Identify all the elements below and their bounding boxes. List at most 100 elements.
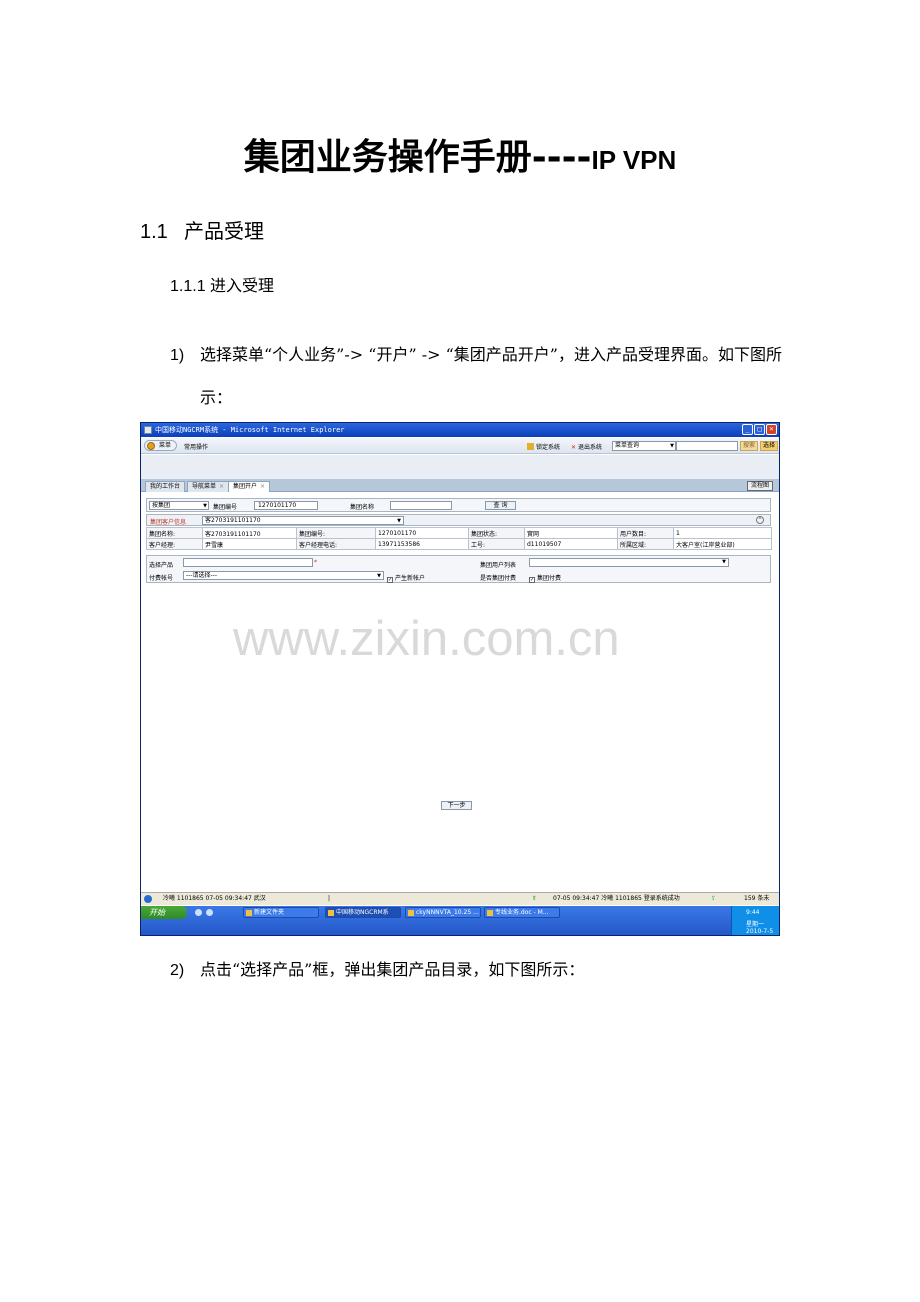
title-main: 集团业务操作手册---- [243, 137, 592, 178]
checkbox-checked-icon: ✓ [387, 577, 393, 583]
close-tab-icon[interactable]: × [219, 483, 224, 490]
table-cell: 13971153586 [375, 538, 469, 550]
tab-label: 我的工作台 [150, 483, 181, 490]
tab-bar: 我的工作台 导航菜单 × 集团开户 × 流程图 [141, 479, 779, 492]
tab-my-workbench[interactable]: 我的工作台 [145, 481, 186, 492]
windows-taskbar: 开始 新建文件夹 中国移动NGCRM系 ckyNNNVTA_10.25 ... … [141, 906, 779, 935]
group-user-list-label: 集团用户列表 [480, 562, 517, 569]
lock-system-link[interactable]: 锁定系统 [527, 442, 560, 451]
checkbox-checked-icon: ✓ [529, 577, 535, 583]
pay-account-label: 付费帐号 [149, 575, 174, 582]
search-by-select[interactable]: 按集团 ▼ [149, 501, 209, 510]
group-number-label: 集团编号 [213, 504, 238, 511]
title-suffix: IP VPN [591, 145, 677, 175]
menu-query-select[interactable]: 菜单查询 ▼ [612, 441, 676, 451]
lock-icon [527, 443, 534, 450]
taskbar-item-crm[interactable]: 中国移动NGCRM系 [325, 907, 401, 918]
product-selection-row: 选择产品 * 集团用户列表 ▼ 付费帐号 ---请选择--- ▼ ✓ 产生新帐户 是… [146, 555, 771, 583]
tray-day: 星期一 [746, 921, 765, 928]
close-icon[interactable]: × [766, 424, 777, 435]
collapse-icon[interactable]: ⌃ [756, 516, 764, 524]
required-mark: * [314, 559, 317, 566]
new-account-label: 产生新帐户 [395, 575, 426, 582]
customer-info-label: 集团客户信息 [150, 519, 187, 526]
table-cell: 所属区域: [617, 538, 674, 550]
window-title: 中国移动NGCRM系统 - Microsoft Internet Explore… [155, 426, 345, 434]
table-cell: 客2703191101170 [202, 527, 297, 539]
table-cell: 尹雪康 [202, 538, 297, 550]
step-2: 2) 点击“选择产品”框，弹出集团产品目录，如下图所示： [170, 956, 584, 980]
group-name-input[interactable] [390, 501, 452, 510]
taskbar-item-folder[interactable]: 新建文件夹 [243, 907, 319, 918]
section-number: 1.1 [140, 221, 168, 243]
table-cell: 集团编号: [296, 527, 376, 539]
choose-product-input[interactable] [183, 558, 313, 567]
search-by-value: 按集团 [152, 502, 171, 509]
minimize-icon[interactable]: _ [742, 424, 753, 435]
exit-system-label: 退出系统 [578, 444, 603, 451]
maximize-icon[interactable]: □ [754, 424, 765, 435]
status-login-message: 07-05 09:34:47 冷曦 1101865 登录系统成功 [553, 895, 680, 902]
chevron-down-icon: ▼ [722, 559, 726, 565]
close-tab-icon[interactable]: × [260, 483, 265, 490]
app-menu-bar: 菜单 常用操作 锁定系统 ✕ 退出系统 菜单查询 ▼ 搜索 选择 [141, 438, 779, 454]
exit-system-link[interactable]: ✕ 退出系统 [571, 442, 602, 451]
group-pay-checkbox[interactable]: ✓ 集团付费 [529, 573, 561, 583]
pay-account-select[interactable]: ---请选择--- ▼ [183, 571, 384, 580]
query-button[interactable]: 查 询 [485, 501, 516, 510]
choose-product-label: 选择产品 [149, 562, 174, 569]
group-pay-label: 集团付费 [537, 575, 562, 582]
quicklaunch-ie-icon[interactable] [195, 909, 202, 916]
system-tray: 9:44 星期一 2010-7-5 [731, 906, 779, 935]
tab-group-account-open[interactable]: 集团开户 × [228, 481, 271, 492]
quicklaunch-folder-icon[interactable] [206, 909, 213, 916]
ie-status-icon [144, 895, 152, 903]
status-separator: | [328, 895, 331, 902]
table-cell: 集团状态: [468, 527, 525, 539]
table-cell: 1 [673, 527, 772, 539]
menu-label: 菜单 [159, 442, 172, 449]
toolbar-band [141, 455, 779, 479]
group-user-list-select[interactable]: ▼ [529, 558, 729, 567]
start-button[interactable]: 开始 [141, 906, 187, 919]
status-bar: 冷曦 1101865 07-05 09:34:47 武汉 | ⇧ 07-05 0… [141, 892, 779, 914]
chevron-down-icon: ▼ [397, 518, 401, 524]
table-row: 客户经理: 尹雪康 客户经理电话: 13971153586 工号: d11019… [146, 538, 772, 550]
customer-select[interactable]: 客2703191101170 ▼ [202, 516, 404, 525]
embedded-screenshot: 中国移动NGCRM系统 - Microsoft Internet Explore… [140, 422, 780, 936]
flowchart-button[interactable]: 流程图 [746, 481, 773, 491]
tray-date: 2010-7-5 [746, 928, 774, 935]
document-title: 集团业务操作手册----IP VPN [0, 128, 920, 180]
table-cell: 工号: [468, 538, 525, 550]
group-pay-question: 是否集团付费 [480, 575, 517, 582]
next-step-button[interactable]: 下一步 [441, 801, 472, 810]
step-1: 1) 选择菜单“个人业务”-> “开户” -> “集团产品开户”，进入产品受理界面… [170, 341, 790, 365]
tab-label: 导航菜单 [192, 483, 217, 490]
tab-navigation-menu[interactable]: 导航菜单 × [187, 481, 230, 492]
arrow-up-icon: ⇧ [532, 895, 538, 902]
group-number-input[interactable]: 1270101170 [254, 501, 318, 510]
step-1-number: 1) [170, 347, 185, 364]
network-icon: ⇪ [711, 895, 717, 902]
search-button[interactable]: 搜索 [740, 441, 758, 451]
menu-search-input[interactable] [676, 441, 738, 451]
window-controls: _ □ × [742, 424, 777, 435]
select-button[interactable]: 选择 [760, 441, 778, 451]
table-row: 集团名称: 客2703191101170 集团编号: 1270101170 集团… [146, 527, 772, 539]
section-title: 产品受理 [184, 221, 264, 243]
menu-button[interactable]: 菜单 [144, 440, 178, 451]
table-cell: 1270101170 [375, 527, 469, 539]
common-operations-link[interactable]: 常用操作 [184, 442, 208, 451]
new-account-checkbox[interactable]: ✓ 产生新帐户 [387, 573, 425, 583]
customer-select-value: 客2703191101170 [205, 517, 261, 524]
table-cell: 客户经理: [146, 538, 203, 550]
taskbar-item-app[interactable]: ckyNNNVTA_10.25 ... [405, 907, 481, 918]
taskbar-item-doc[interactable]: 专线业务.doc - M... [484, 907, 560, 918]
table-cell: d11019507 [524, 538, 618, 550]
ie-title-bar: 中国移动NGCRM系统 - Microsoft Internet Explore… [141, 423, 779, 437]
subsection-heading: 1.1.1 进入受理 [170, 278, 275, 295]
globe-icon [147, 442, 155, 450]
chevron-down-icon: ▼ [203, 503, 207, 509]
watermark: www.zixin.com.cn [233, 612, 620, 666]
table-cell: 集团名称: [146, 527, 203, 539]
